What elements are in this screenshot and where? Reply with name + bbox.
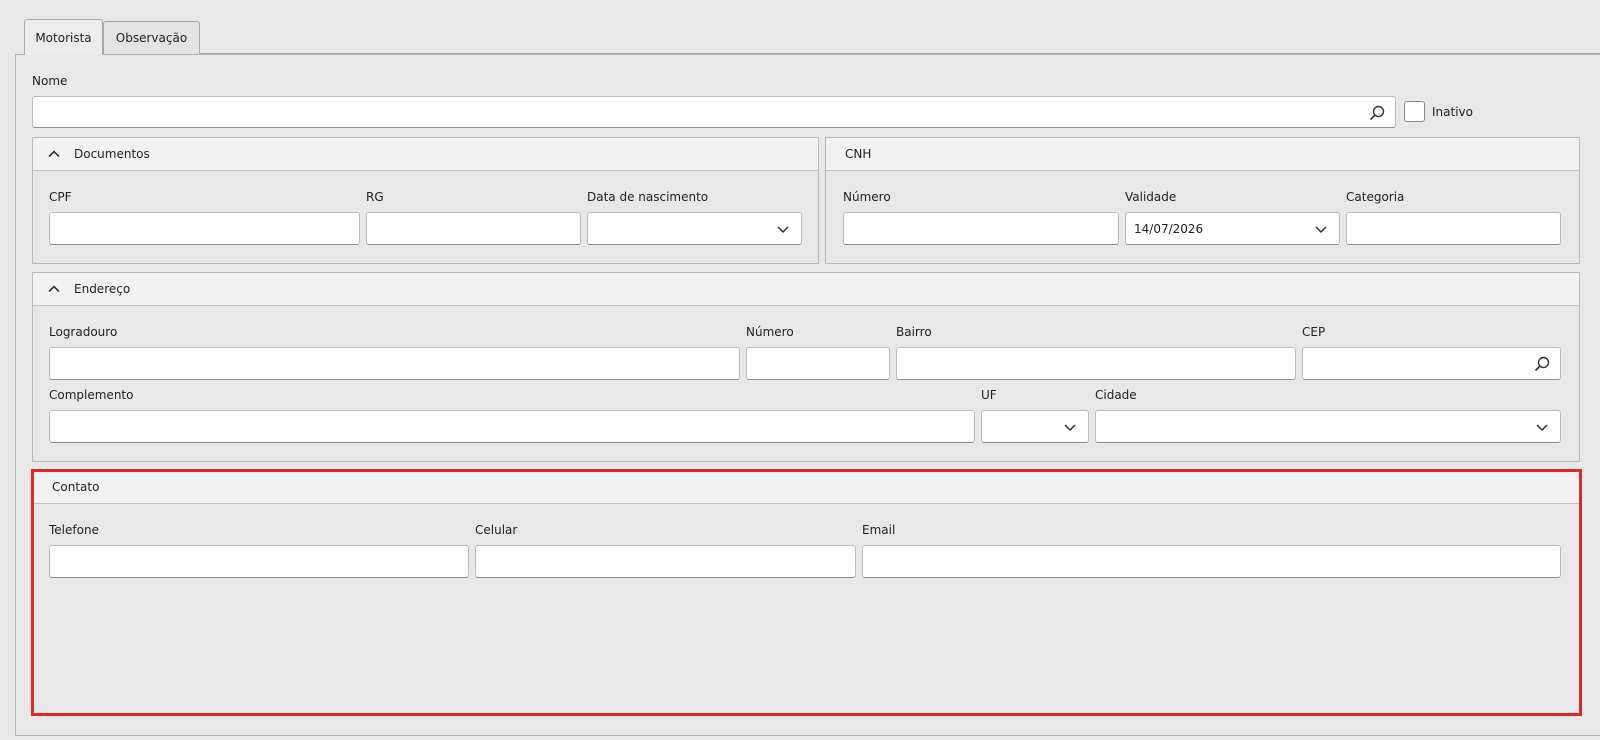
- categoria-label: Categoria: [1346, 190, 1405, 204]
- email-label: Email: [862, 523, 896, 537]
- bairro-label: Bairro: [896, 325, 932, 339]
- endereco-title: Endereço: [74, 282, 131, 296]
- cnh-numero-input[interactable]: [843, 212, 1119, 245]
- chevron-up-icon[interactable]: [47, 147, 61, 161]
- endereco-header[interactable]: Endereço: [33, 273, 1579, 306]
- cnh-numero-label: Número: [843, 190, 891, 204]
- uf-label: UF: [981, 388, 997, 402]
- cep-input[interactable]: [1302, 347, 1561, 380]
- complemento-input[interactable]: [49, 410, 975, 443]
- cnh-header: CNH: [826, 138, 1579, 171]
- cnh-title: CNH: [845, 147, 872, 161]
- celular-label: Celular: [475, 523, 518, 537]
- tab-observacao[interactable]: Observação: [103, 21, 200, 54]
- chevron-down-icon[interactable]: [1062, 419, 1078, 435]
- validade-value: 14/07/2026: [1134, 221, 1204, 236]
- contato-header: Contato: [33, 471, 1579, 504]
- endereco-numero-label: Número: [746, 325, 794, 339]
- rg-label: RG: [366, 190, 384, 204]
- telefone-input[interactable]: [49, 545, 469, 578]
- telefone-label: Telefone: [49, 523, 99, 537]
- tab-motorista-label: Motorista: [35, 30, 92, 45]
- chevron-down-icon[interactable]: [775, 221, 791, 237]
- inativo-checkbox[interactable]: [1404, 101, 1425, 122]
- rg-input[interactable]: [366, 212, 581, 245]
- tab-motorista[interactable]: Motorista: [24, 19, 103, 55]
- chevron-up-icon[interactable]: [47, 282, 61, 296]
- cidade-label: Cidade: [1095, 388, 1137, 402]
- search-icon[interactable]: [1369, 105, 1385, 121]
- documentos-title: Documentos: [74, 147, 150, 161]
- tab-observacao-label: Observação: [115, 31, 188, 45]
- complemento-label: Complemento: [49, 388, 134, 402]
- chevron-down-icon[interactable]: [1313, 221, 1329, 237]
- cpf-label: CPF: [49, 190, 72, 204]
- uf-select[interactable]: [981, 410, 1089, 443]
- cidade-select[interactable]: [1095, 410, 1561, 443]
- nome-input[interactable]: [32, 96, 1396, 128]
- validade-date-picker[interactable]: 14/07/2026: [1125, 212, 1340, 245]
- cpf-input[interactable]: [49, 212, 360, 245]
- bairro-input[interactable]: [896, 347, 1296, 380]
- logradouro-input[interactable]: [49, 347, 740, 380]
- logradouro-label: Logradouro: [49, 325, 118, 339]
- nascimento-date-picker[interactable]: [587, 212, 802, 245]
- contato-title: Contato: [52, 480, 100, 494]
- nome-label: Nome: [32, 74, 68, 88]
- email-input[interactable]: [862, 545, 1561, 578]
- tab-bar-line: [200, 53, 1600, 54]
- endereco-numero-input[interactable]: [746, 347, 890, 380]
- categoria-input[interactable]: [1346, 212, 1561, 245]
- search-icon[interactable]: [1534, 356, 1550, 372]
- cep-label: CEP: [1302, 325, 1326, 339]
- chevron-down-icon[interactable]: [1534, 419, 1550, 435]
- contato-panel: Contato: [32, 470, 1580, 715]
- validade-label: Validade: [1125, 190, 1177, 204]
- celular-input[interactable]: [475, 545, 856, 578]
- inativo-label: Inativo: [1432, 105, 1473, 119]
- documentos-header[interactable]: Documentos: [33, 138, 818, 171]
- nascimento-label: Data de nascimento: [587, 190, 709, 204]
